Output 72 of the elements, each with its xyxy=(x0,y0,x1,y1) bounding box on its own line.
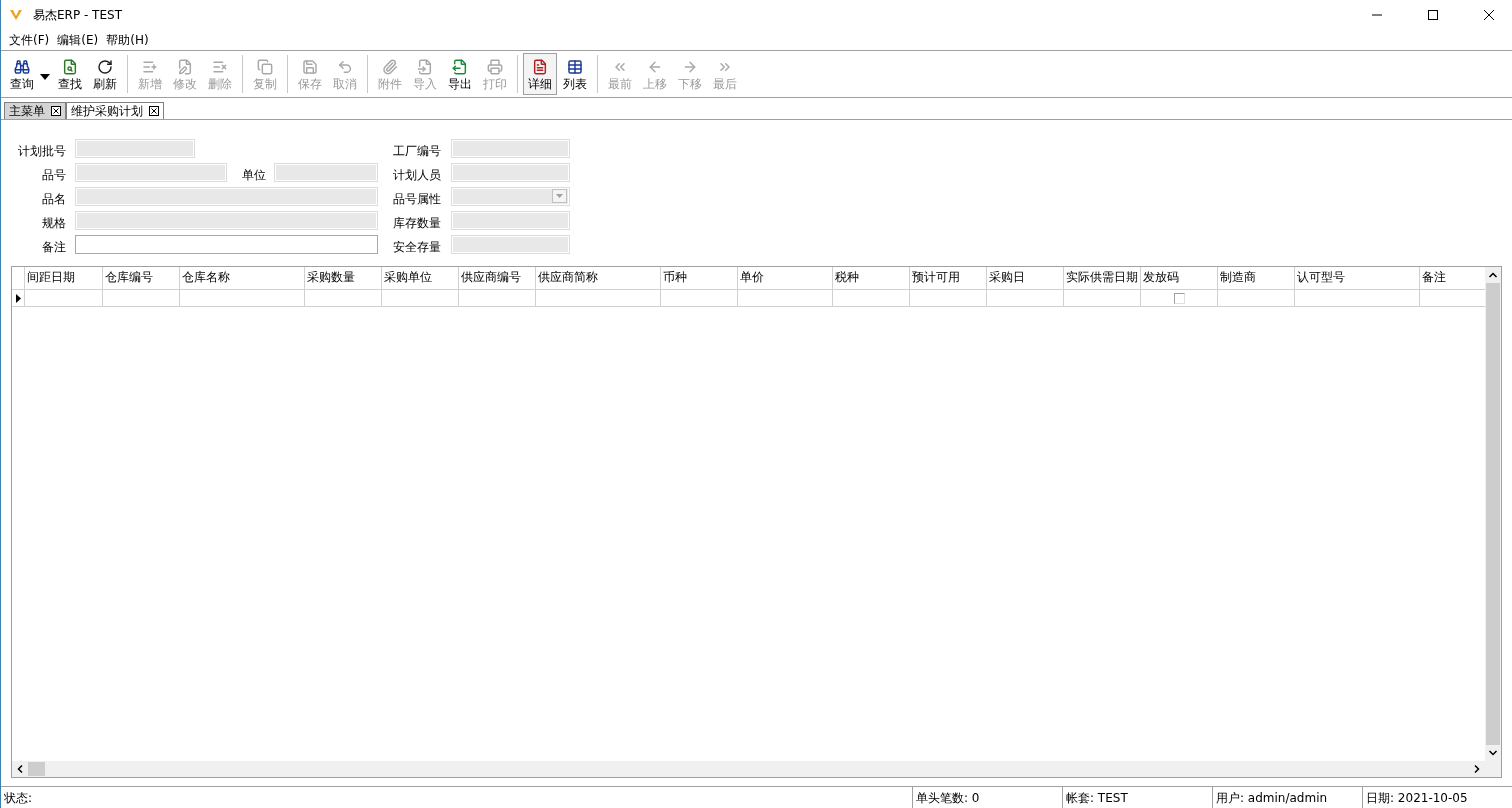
column-header[interactable]: 币种 xyxy=(661,267,738,289)
close-icon[interactable] xyxy=(51,106,61,116)
column-header[interactable]: 发放码 xyxy=(1141,267,1218,289)
printer-icon xyxy=(487,59,503,75)
dropdown-caret-icon[interactable] xyxy=(40,74,50,80)
menu-item[interactable]: 编辑(E) xyxy=(53,31,103,49)
column-header[interactable]: 预计可用 xyxy=(910,267,987,289)
column-header[interactable]: 采购日 xyxy=(987,267,1064,289)
save-icon xyxy=(302,59,318,75)
file-import-icon xyxy=(417,59,433,75)
field-label: 库存数量 xyxy=(393,214,441,232)
field-label: 计划人员 xyxy=(393,166,441,184)
column-header[interactable]: 供应商编号 xyxy=(459,267,536,289)
field-label: 品名 xyxy=(42,190,66,208)
vertical-scrollbar[interactable] xyxy=(1485,267,1501,761)
table-icon xyxy=(567,59,583,75)
status-text: 单头笔数: 0 xyxy=(912,787,1062,808)
maximize-icon xyxy=(1428,10,1438,20)
field-label: 安全存量 xyxy=(393,238,441,256)
add-row-icon xyxy=(142,59,158,75)
undo-icon xyxy=(337,59,353,75)
column-header[interactable]: 采购单位 xyxy=(382,267,459,289)
toolbar-button[interactable]: 导出 xyxy=(443,53,477,95)
status-text: 帐套: TEST xyxy=(1062,787,1212,808)
field-label: 工厂编号 xyxy=(393,142,441,160)
app-logo-icon xyxy=(9,8,23,22)
field-label: 规格 xyxy=(42,214,66,232)
paperclip-icon xyxy=(382,59,398,75)
binoculars-icon xyxy=(14,59,30,75)
toolbar-button[interactable]: 详细 xyxy=(523,53,557,95)
toolbar-button[interactable]: 刷新 xyxy=(88,53,122,95)
toolbar-button[interactable]: 查询 xyxy=(5,53,39,95)
field-label: 单位 xyxy=(242,166,267,184)
close-icon xyxy=(1484,10,1494,20)
checkbox[interactable] xyxy=(1173,292,1185,304)
column-header[interactable]: 认可型号 xyxy=(1295,267,1420,289)
document-icon xyxy=(532,59,548,75)
tab-label: 主菜单 xyxy=(9,102,45,120)
refresh-icon xyxy=(97,59,113,75)
field-label: 品号属性 xyxy=(393,190,441,208)
tab[interactable]: 维护采购计划 xyxy=(66,102,164,119)
column-header[interactable]: 供应商简称 xyxy=(536,267,661,289)
file-search-icon xyxy=(62,59,78,75)
file-export-icon xyxy=(452,59,468,75)
column-header[interactable]: 实际供需日期 xyxy=(1064,267,1141,289)
copy-icon xyxy=(257,59,273,75)
column-header[interactable]: 制造商 xyxy=(1218,267,1295,289)
column-header[interactable]: 税种 xyxy=(833,267,910,289)
window-title: 易杰ERP - TEST xyxy=(33,6,123,24)
edit-document-icon xyxy=(177,59,193,75)
field-label: 计划批号 xyxy=(18,142,66,160)
tab-label: 维护采购计划 xyxy=(71,102,143,120)
status-text: 日期: 2021-10-05 xyxy=(1362,787,1512,808)
column-header[interactable]: 采购数量 xyxy=(305,267,382,289)
toolbar-button[interactable]: 查找 xyxy=(53,53,87,95)
tab[interactable]: 主菜单 xyxy=(4,102,66,119)
scroll-thumb[interactable] xyxy=(28,762,45,776)
menu-item[interactable]: 文件(F) xyxy=(5,31,54,49)
column-header[interactable]: 仓库名称 xyxy=(180,267,305,289)
column-header[interactable]: 间距日期 xyxy=(25,267,103,289)
close-icon[interactable] xyxy=(149,106,159,116)
scroll-thumb[interactable] xyxy=(1486,283,1500,745)
column-header[interactable]: 单价 xyxy=(738,267,833,289)
field-label: 备注 xyxy=(42,238,66,256)
menu-item[interactable]: 帮助(H) xyxy=(102,31,153,49)
column-header[interactable]: 仓库编号 xyxy=(103,267,180,289)
field-label: 品号 xyxy=(42,166,66,184)
toolbar-button[interactable]: 列表 xyxy=(558,53,592,95)
status-text: 状态: xyxy=(3,790,34,807)
input-field[interactable] xyxy=(75,234,378,254)
status-text: 用户: admin/admin xyxy=(1212,787,1362,808)
delete-row-icon xyxy=(212,59,228,75)
